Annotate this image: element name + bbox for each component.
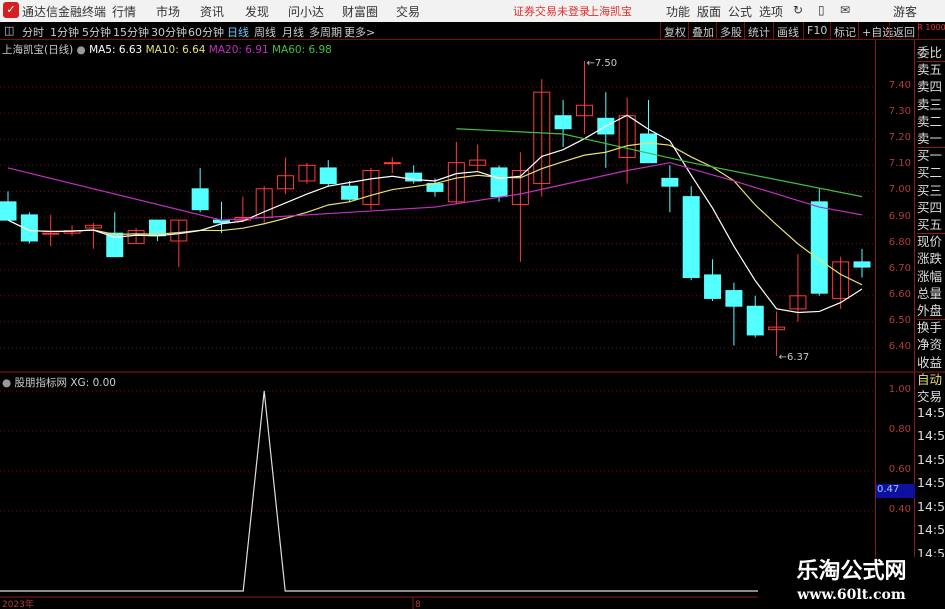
quote-row-label: 卖二 (917, 113, 943, 129)
candle-down (682, 196, 700, 279)
quote-row-label: 买一 (917, 148, 943, 164)
xtick-label: 8 (415, 600, 421, 609)
candle-down (0, 201, 17, 221)
tick-time: 14:56 (917, 522, 945, 538)
kline-chart[interactable]: ←7.50 ←6.37 2023年 8 (0, 0, 945, 609)
price-tick: 6.50 (888, 314, 911, 326)
low-price-label: ←6.37 (779, 352, 810, 363)
quote-row-label: 收益 (917, 354, 943, 370)
price-tick: 6.70 (888, 262, 911, 274)
xg-line (0, 390, 875, 592)
price-tick: 7.00 (888, 184, 911, 196)
candle-down (319, 167, 337, 185)
quote-row-label: 卖三 (917, 96, 943, 112)
tick-time: 14:56 (917, 428, 945, 444)
price-tick: 6.80 (888, 236, 911, 248)
candle-up (383, 162, 401, 165)
tick-time: 14:56 (917, 451, 945, 467)
indicator-tick: 0.40 (888, 504, 911, 515)
ma60-line (456, 128, 863, 198)
candle-down (554, 115, 572, 130)
quote-row-label: 涨跌 (917, 251, 943, 267)
candle-down (640, 133, 657, 164)
quote-row-label: 换手 (917, 320, 943, 336)
candle-down (191, 188, 209, 211)
indicator-tick: 1.00 (888, 384, 911, 395)
quote-row-label: 总量 (917, 285, 943, 301)
candle-down (661, 177, 679, 187)
candle-down (490, 167, 508, 198)
candle-down (810, 201, 828, 294)
quote-panel: R 1000 委比 卖五 卖四 卖三 卖二 卖一 买一 买二 买三 买四 买五 现价 涨跌 涨幅 总量 外盘换… (916, 24, 945, 609)
quote-row-label: 买二 (917, 165, 943, 181)
tick-time: 14:56 (917, 498, 945, 514)
indicator-tick: 0.80 (888, 424, 911, 435)
candle-down (853, 261, 871, 268)
quote-row-label: 卖四 (917, 79, 943, 95)
price-tick: 7.10 (888, 158, 911, 170)
candle-down (341, 185, 359, 200)
watermark: 乐淘公式网 www.60lt.com (758, 557, 945, 609)
price-tick: 7.20 (888, 132, 911, 144)
xtick-label: 2023年 (2, 598, 34, 609)
price-tick: 7.30 (888, 106, 911, 118)
quote-row-label: 净资 (917, 337, 943, 353)
quote-row-label: 卖五 (917, 62, 943, 78)
trade-label[interactable]: 交易 (917, 386, 945, 405)
tick-time: 14:56 (917, 404, 945, 420)
cursor-value-label: 0.47 (876, 484, 915, 498)
candle-down (704, 274, 722, 299)
quote-row-label: 买四 (917, 199, 943, 215)
candle-down (746, 305, 764, 336)
price-tick: 6.60 (888, 288, 911, 300)
candle-up (42, 232, 60, 235)
quote-row-label: 涨幅 (917, 268, 943, 284)
r-indicator: R 1000 (917, 24, 945, 32)
watermark-name: 乐淘公式网 (796, 559, 907, 584)
price-axis: 7.40 7.30 7.20 7.10 7.00 6.90 6.80 6.70 6.60 6.50… (875, 40, 915, 597)
tick-time: 14:56 (917, 475, 945, 491)
quote-row-label: 现价 (917, 234, 943, 250)
price-tick: 6.40 (888, 341, 911, 352)
indicator-tick: 0.60 (888, 464, 911, 475)
high-price-label: ←7.50 (586, 58, 617, 69)
quote-row-label: 买三 (917, 182, 943, 198)
price-tick: 6.90 (888, 210, 911, 222)
watermark-url: www.60lt.com (797, 587, 906, 603)
price-tick: 7.40 (888, 80, 911, 91)
candle-down (725, 290, 743, 307)
ma10-line (7, 142, 863, 286)
